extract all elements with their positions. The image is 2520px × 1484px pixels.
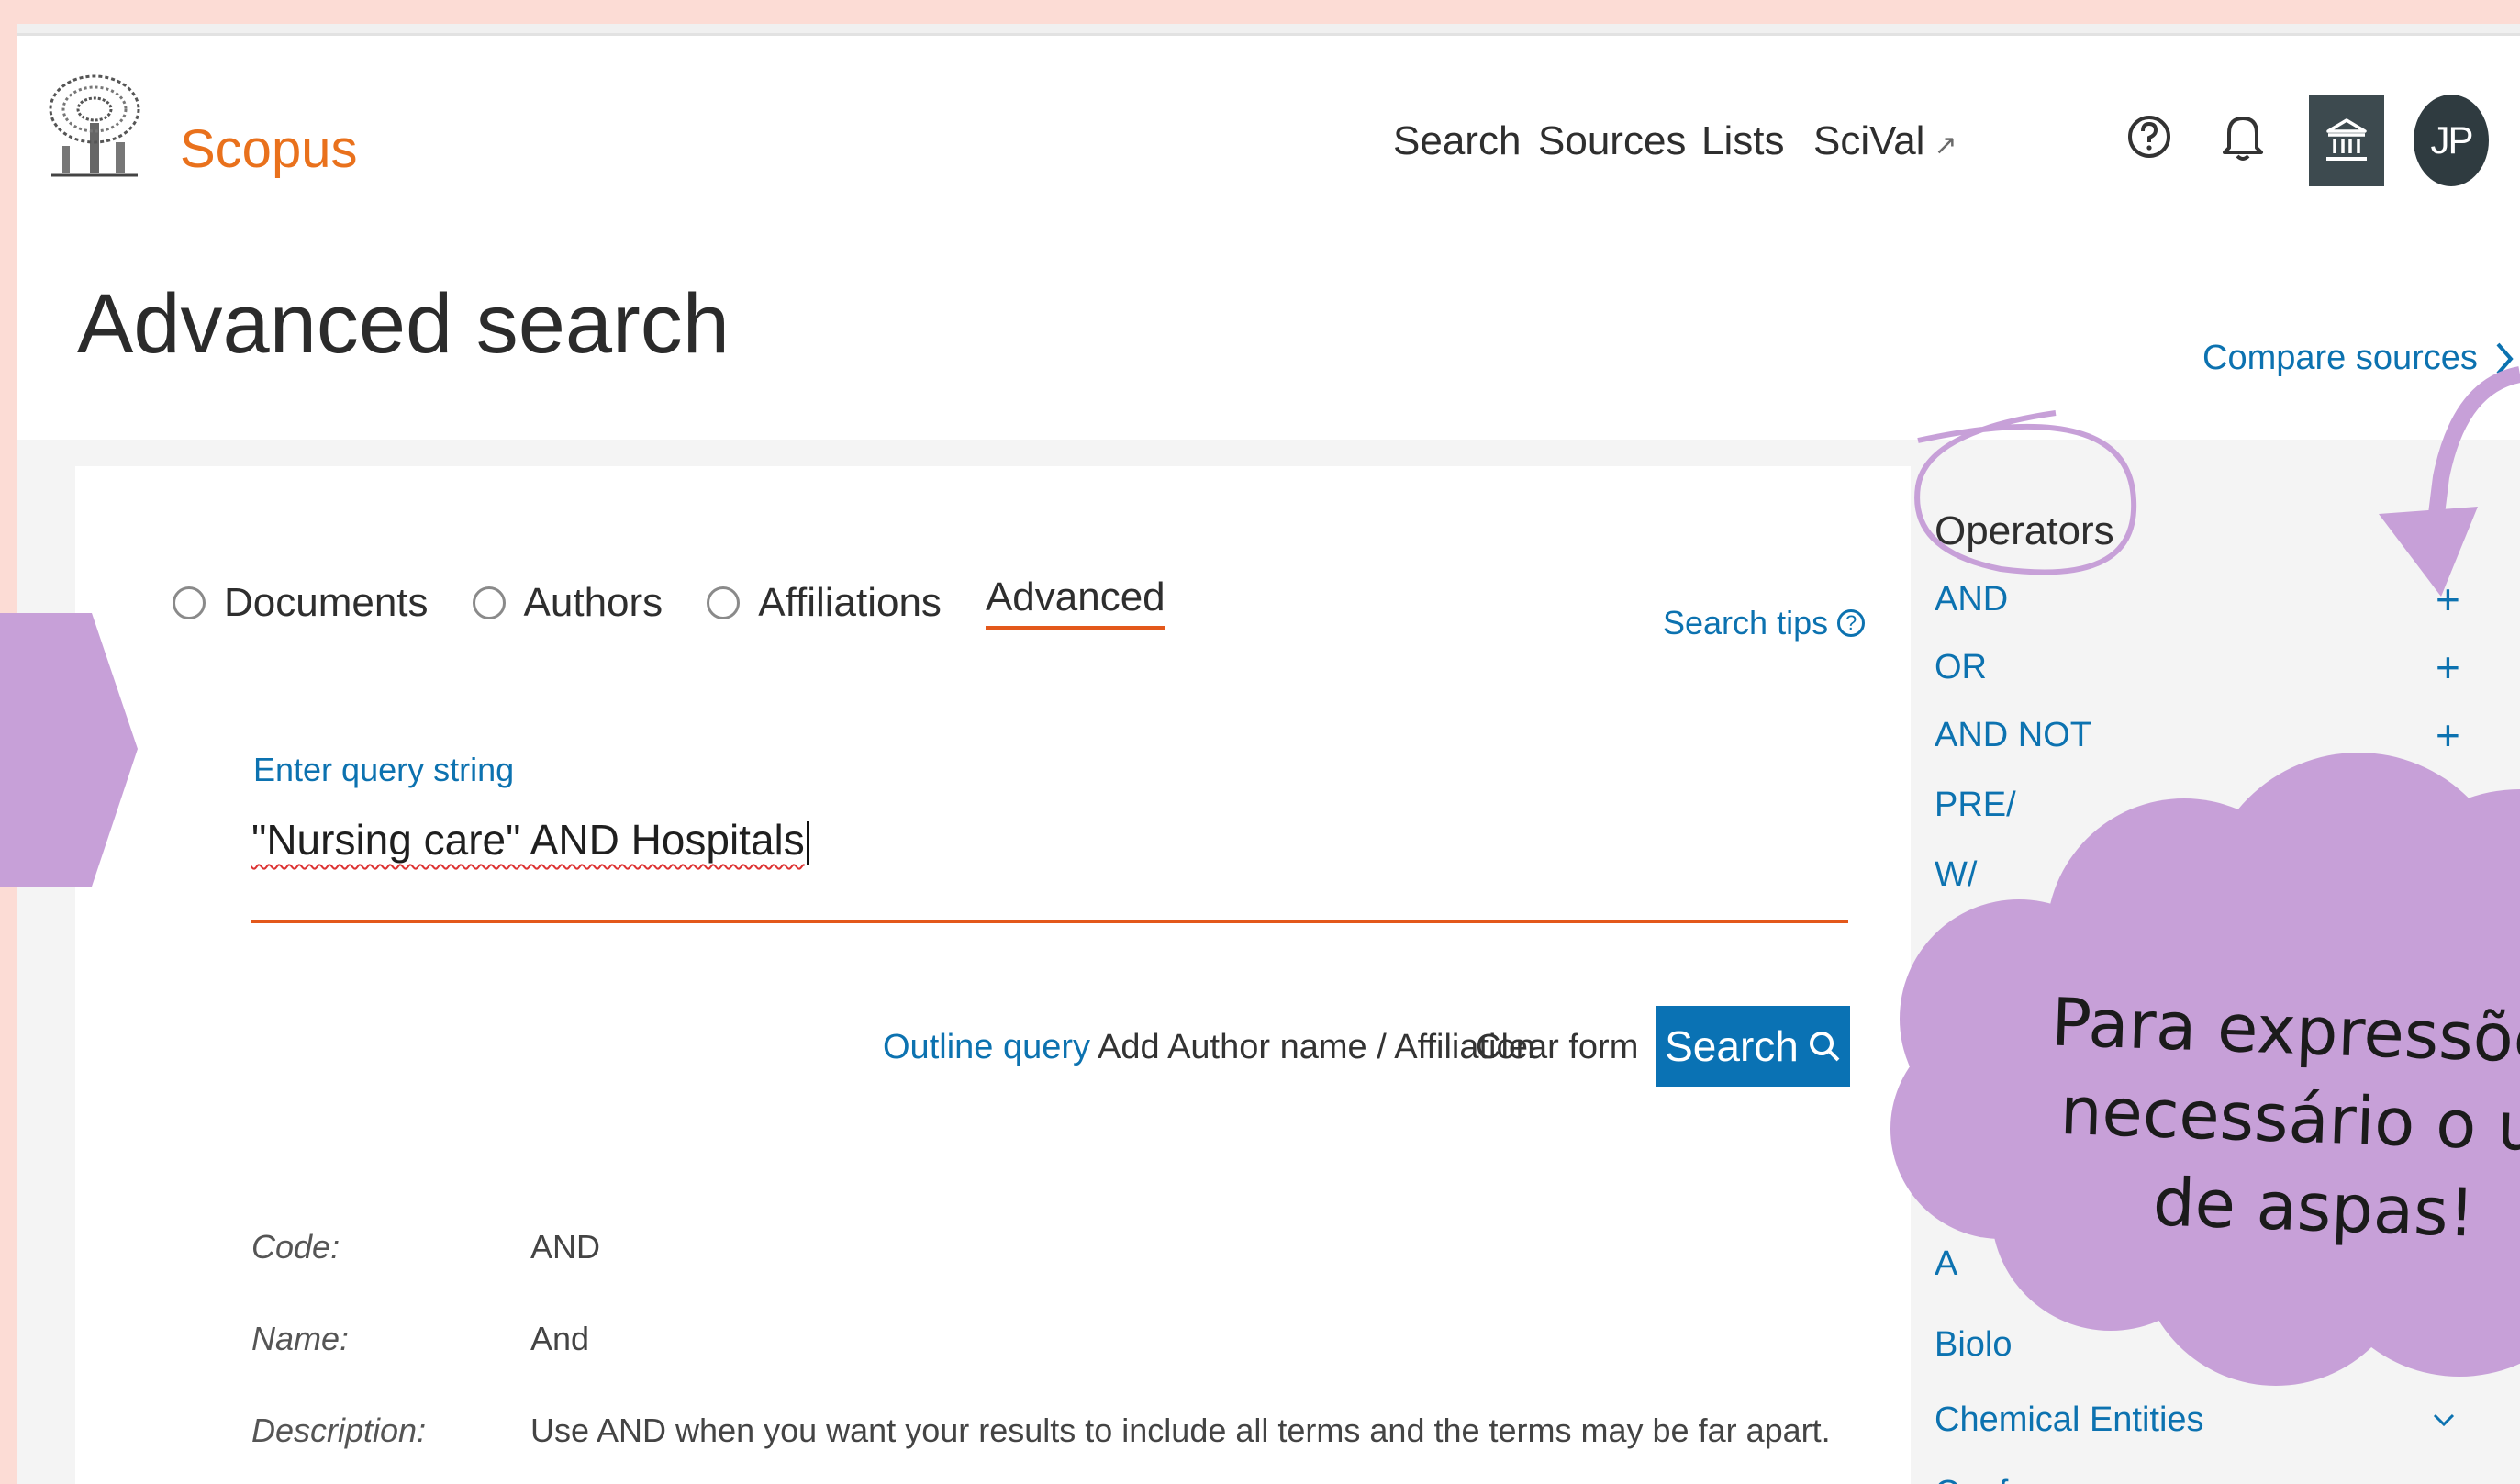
- left-arrow-shape: [0, 613, 138, 887]
- operators-circle-annotation: [1914, 410, 2137, 575]
- annotation-layer: [0, 366, 2520, 1386]
- cloud-annotation-text: Para expressões necessário o us de aspas…: [1900, 973, 2520, 1266]
- arrowhead-annotation: [2379, 507, 2478, 597]
